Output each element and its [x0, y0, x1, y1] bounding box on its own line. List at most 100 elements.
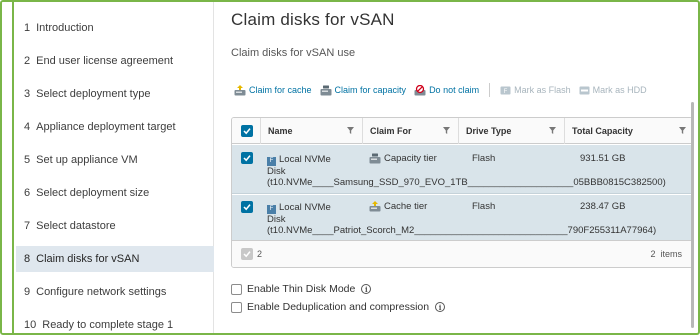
step-number: 2 [24, 55, 31, 67]
step-number: 7 [24, 220, 31, 232]
do-not-claim-label: Do not claim [429, 85, 480, 95]
datagrid-header: Name Claim For Drive Type Total Capacity [232, 118, 692, 144]
row-checkbox[interactable] [241, 152, 253, 164]
thin-disk-checkbox[interactable] [231, 283, 242, 295]
step-claim-disks[interactable]: 8 Claim disks for vSAN [16, 246, 214, 272]
thin-disk-option[interactable]: Enable Thin Disk Mode i [231, 283, 372, 295]
disk-name: Local NVMe [279, 154, 331, 165]
main-scrollbar[interactable] [691, 102, 694, 328]
disk-name-line2: Disk [267, 214, 286, 225]
step-label: Appliance deployment target [36, 121, 176, 133]
claim-for-cell: Cache tier [369, 201, 427, 212]
page-title: Claim disks for vSAN [231, 10, 395, 29]
info-icon[interactable]: i [361, 284, 372, 294]
capacity-tier-icon [369, 153, 381, 164]
mark-hdd-button[interactable]: Mark as HDD [579, 85, 647, 95]
step-introduction[interactable]: 1 Introduction [16, 15, 214, 41]
step-datastore[interactable]: 7 Select datastore [16, 213, 214, 239]
table-row[interactable]: F Local NVMe Disk (t10.NVMe____Samsung_SS… [232, 145, 692, 194]
dedup-label: Enable Deduplication and compression [247, 301, 430, 313]
step-appliance-vm[interactable]: 5 Set up appliance VM [16, 147, 214, 173]
row-checkbox[interactable] [241, 201, 253, 213]
disk-name-line2: Disk [267, 166, 286, 177]
claim-cache-button[interactable]: Claim for cache [234, 84, 312, 96]
datagrid-footer: 2 2 items [232, 240, 692, 267]
main-panel: Claim disks for vSAN Claim disks for vSA… [230, 2, 698, 333]
step-ready-to-complete[interactable]: 10 Ready to complete stage 1 [16, 312, 214, 333]
mark-hdd-label: Mark as HDD [592, 85, 647, 95]
step-number: 1 [24, 22, 31, 34]
disk-toolbar: Claim for cache Claim for capacity Do no… [234, 81, 655, 99]
step-number: 4 [24, 121, 31, 133]
thin-disk-label: Enable Thin Disk Mode [247, 283, 356, 295]
progress-rule [12, 2, 14, 333]
disk-identifier: (t10.NVMe____Samsung_SSD_970_EVO_1TB____… [267, 177, 666, 188]
step-number: 5 [24, 154, 31, 166]
toolbar-divider [489, 83, 491, 97]
select-all-cell [232, 118, 260, 144]
column-header-claim-for[interactable]: Claim For [362, 118, 458, 144]
disk-identifier: (t10.NVMe____Patriot_Scorch_M2__________… [267, 225, 657, 236]
step-number: 3 [24, 88, 31, 100]
disk-name: Local NVMe [279, 202, 331, 213]
check-icon [243, 128, 251, 135]
claim-cache-label: Claim for cache [249, 85, 312, 95]
column-title: Claim For [370, 126, 412, 136]
select-all-checkbox[interactable] [241, 125, 253, 137]
check-icon [243, 251, 251, 258]
dedup-option[interactable]: Enable Deduplication and compression i [231, 301, 446, 313]
drive-type-cell: Flash [472, 201, 496, 212]
table-row[interactable]: F Local NVMe Disk (t10.NVMe____Patriot_Sc… [232, 195, 692, 241]
info-icon[interactable]: i [435, 302, 446, 312]
claim-capacity-button[interactable]: Claim for capacity [320, 85, 406, 96]
column-title: Drive Type [466, 126, 512, 136]
disk-capacity-icon [320, 85, 332, 95]
do-not-claim-button[interactable]: Do not claim [414, 84, 480, 96]
step-label: Configure network settings [36, 286, 167, 298]
step-deployment-target[interactable]: 4 Appliance deployment target [16, 114, 214, 140]
step-label: Select deployment type [36, 88, 151, 100]
disk-datagrid: Name Claim For Drive Type Total Capacity [231, 117, 693, 268]
step-label: Set up appliance VM [36, 154, 138, 166]
mark-flash-button[interactable]: F Mark as Flash [500, 85, 571, 95]
column-header-name[interactable]: Name [260, 118, 362, 144]
cache-tier-icon [369, 201, 381, 212]
column-title: Name [268, 126, 293, 136]
step-label: Introduction [36, 22, 94, 34]
item-count: 2 items [650, 249, 682, 259]
flash-disk-icon: F [267, 157, 276, 166]
step-number: 10 [24, 319, 37, 331]
column-header-drive-type[interactable]: Drive Type [458, 118, 564, 144]
check-icon [243, 204, 251, 211]
step-label: Select deployment size [36, 187, 150, 199]
filter-icon[interactable] [549, 127, 556, 134]
dedup-checkbox[interactable] [231, 301, 242, 313]
step-number: 6 [24, 187, 31, 199]
step-deployment-type[interactable]: 3 Select deployment type [16, 81, 214, 107]
do-not-claim-icon [414, 84, 426, 95]
step-number: 9 [24, 286, 31, 298]
step-eula[interactable]: 2 End user license agreement [16, 48, 214, 74]
check-icon [243, 155, 251, 162]
capacity-cell: 238.47 GB [580, 201, 626, 212]
filter-icon[interactable] [679, 127, 686, 134]
claim-for-value: Cache tier [384, 201, 428, 212]
drive-type-cell: Flash [472, 153, 496, 164]
step-label: Claim disks for vSAN [36, 253, 140, 265]
wizard-frame: 1 Introduction 2 End user license agreem… [0, 0, 700, 335]
step-deployment-size[interactable]: 6 Select deployment size [16, 180, 214, 206]
flash-icon: F [500, 86, 511, 95]
footer-selection-checkbox [241, 248, 253, 260]
step-network-settings[interactable]: 9 Configure network settings [16, 279, 214, 305]
step-label: End user license agreement [36, 55, 174, 67]
claim-for-cell: Capacity tier [369, 153, 437, 164]
filter-icon[interactable] [443, 127, 450, 134]
wizard-sidebar: 1 Introduction 2 End user license agreem… [2, 2, 214, 333]
capacity-cell: 931.51 GB [580, 153, 626, 164]
column-header-total-capacity[interactable]: Total Capacity [564, 118, 692, 144]
claim-for-value: Capacity tier [384, 153, 437, 164]
column-title: Total Capacity [572, 126, 633, 136]
selected-count: 2 [257, 249, 263, 259]
page-subtitle: Claim disks for vSAN use [231, 47, 356, 59]
filter-icon[interactable] [347, 127, 354, 134]
